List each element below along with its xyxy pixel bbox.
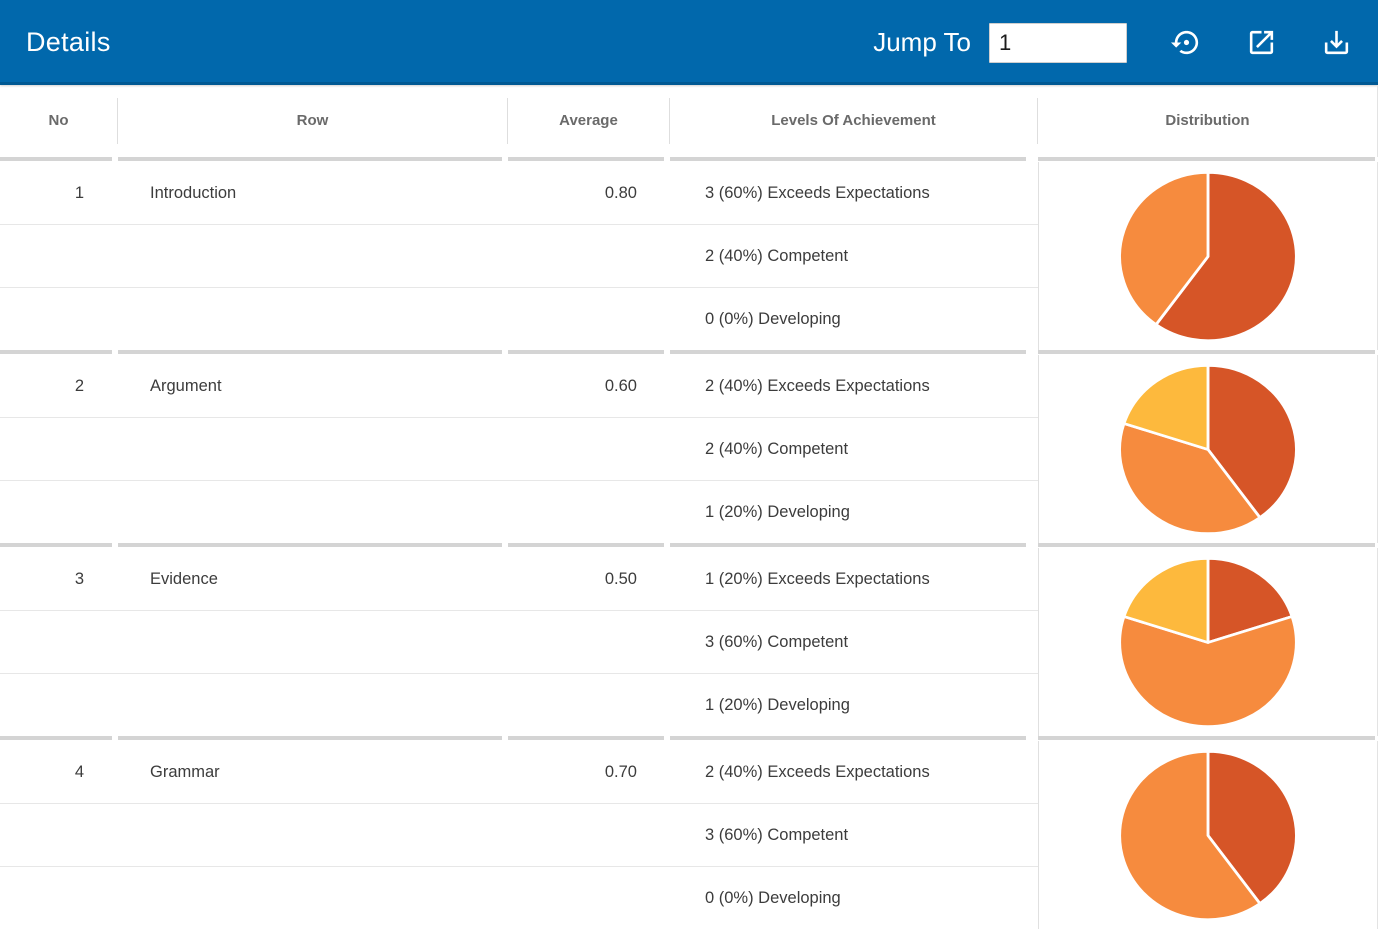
level-text-1: 3 (60%) Competent: [670, 633, 1038, 652]
level-subrow: 1 (20%) Developing: [0, 480, 1038, 543]
row-name: Grammar: [118, 763, 508, 782]
row-average: 0.60: [508, 377, 670, 396]
row-name: Argument: [118, 377, 508, 396]
table-body: 1 Introduction 0.80 3 (60%) Exceeds Expe…: [0, 157, 1378, 929]
row-name: Evidence: [118, 570, 508, 589]
row-number: 1: [0, 184, 118, 203]
level-subrow: 2 (40%) Competent: [0, 417, 1038, 480]
app-bar: Details Jump To: [0, 0, 1378, 85]
level-subrow: 3 Evidence 0.50 1 (20%) Exceeds Expectat…: [0, 548, 1038, 610]
level-text-2: 1 (20%) Developing: [670, 503, 1038, 522]
row-left-section: 1 Introduction 0.80 3 (60%) Exceeds Expe…: [0, 162, 1038, 350]
download-icon: [1321, 27, 1352, 58]
level-subrow: 3 (60%) Competent: [0, 610, 1038, 673]
level-text-2: 1 (20%) Developing: [670, 696, 1038, 715]
column-header-average: Average: [508, 98, 670, 144]
column-header-no: No: [0, 98, 118, 144]
level-subrow: 1 Introduction 0.80 3 (60%) Exceeds Expe…: [0, 162, 1038, 224]
distribution-pie-chart: [1038, 355, 1378, 543]
open-in-new-button[interactable]: [1245, 27, 1277, 59]
row-average: 0.50: [508, 570, 670, 589]
table-row: 4 Grammar 0.70 2 (40%) Exceeds Expectati…: [0, 741, 1378, 929]
table-row: 1 Introduction 0.80 3 (60%) Exceeds Expe…: [0, 162, 1378, 350]
row-average: 0.80: [508, 184, 670, 203]
column-header-row: Row: [118, 98, 508, 144]
row-left-section: 4 Grammar 0.70 2 (40%) Exceeds Expectati…: [0, 741, 1038, 929]
table-header: No Row Average Levels Of Achievement Dis…: [0, 85, 1378, 157]
table-row: 2 Argument 0.60 2 (40%) Exceeds Expectat…: [0, 355, 1378, 543]
level-text-0: 2 (40%) Exceeds Expectations: [670, 763, 1038, 782]
restore-icon: [1171, 27, 1202, 58]
row-number: 4: [0, 763, 118, 782]
level-text-0: 2 (40%) Exceeds Expectations: [670, 377, 1038, 396]
level-text-2: 0 (0%) Developing: [670, 889, 1038, 908]
distribution-pie-chart: [1038, 741, 1378, 929]
level-text-0: 3 (60%) Exceeds Expectations: [670, 184, 1038, 203]
row-number: 3: [0, 570, 118, 589]
level-text-1: 2 (40%) Competent: [670, 440, 1038, 459]
distribution-pie-chart: [1038, 548, 1378, 736]
level-subrow: 2 (40%) Competent: [0, 224, 1038, 287]
level-subrow: 2 Argument 0.60 2 (40%) Exceeds Expectat…: [0, 355, 1038, 417]
distribution-pie-chart: [1038, 162, 1378, 350]
column-header-levels: Levels Of Achievement: [670, 98, 1038, 144]
level-text-1: 3 (60%) Competent: [670, 826, 1038, 845]
level-text-2: 0 (0%) Developing: [670, 310, 1038, 329]
restore-button[interactable]: [1170, 27, 1202, 59]
level-subrow: 3 (60%) Competent: [0, 803, 1038, 866]
level-subrow: 4 Grammar 0.70 2 (40%) Exceeds Expectati…: [0, 741, 1038, 803]
row-number: 2: [0, 377, 118, 396]
row-left-section: 3 Evidence 0.50 1 (20%) Exceeds Expectat…: [0, 548, 1038, 736]
jump-to-input[interactable]: [989, 23, 1127, 63]
level-subrow: 0 (0%) Developing: [0, 287, 1038, 350]
table-row: 3 Evidence 0.50 1 (20%) Exceeds Expectat…: [0, 548, 1378, 736]
row-name: Introduction: [118, 184, 508, 203]
row-left-section: 2 Argument 0.60 2 (40%) Exceeds Expectat…: [0, 355, 1038, 543]
jump-to-label: Jump To: [873, 27, 971, 58]
level-subrow: 1 (20%) Developing: [0, 673, 1038, 736]
level-text-0: 1 (20%) Exceeds Expectations: [670, 570, 1038, 589]
download-button[interactable]: [1320, 27, 1352, 59]
column-header-distribution: Distribution: [1038, 98, 1377, 144]
level-subrow: 0 (0%) Developing: [0, 866, 1038, 929]
level-text-1: 2 (40%) Competent: [670, 247, 1038, 266]
open-in-new-icon: [1246, 27, 1277, 58]
row-average: 0.70: [508, 763, 670, 782]
page-title: Details: [26, 27, 111, 58]
